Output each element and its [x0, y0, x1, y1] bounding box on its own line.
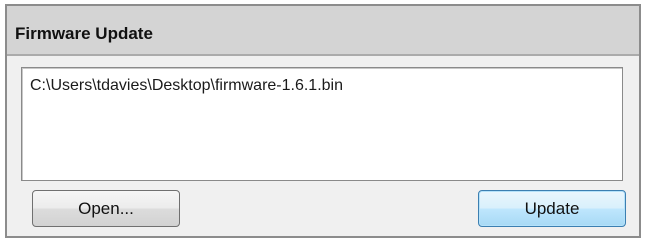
firmware-update-window: Firmware Update C:\Users\tdavies\Desktop… [0, 0, 645, 243]
open-button[interactable]: Open... [32, 190, 180, 227]
panel-title: Firmware Update [15, 24, 153, 43]
firmware-path-text: C:\Users\tdavies\Desktop\firmware-1.6.1.… [30, 77, 343, 94]
firmware-path-textbox[interactable]: C:\Users\tdavies\Desktop\firmware-1.6.1.… [21, 67, 623, 181]
firmware-update-panel: Firmware Update C:\Users\tdavies\Desktop… [5, 4, 641, 238]
update-button[interactable]: Update [478, 190, 626, 227]
panel-header: Firmware Update [7, 6, 639, 56]
